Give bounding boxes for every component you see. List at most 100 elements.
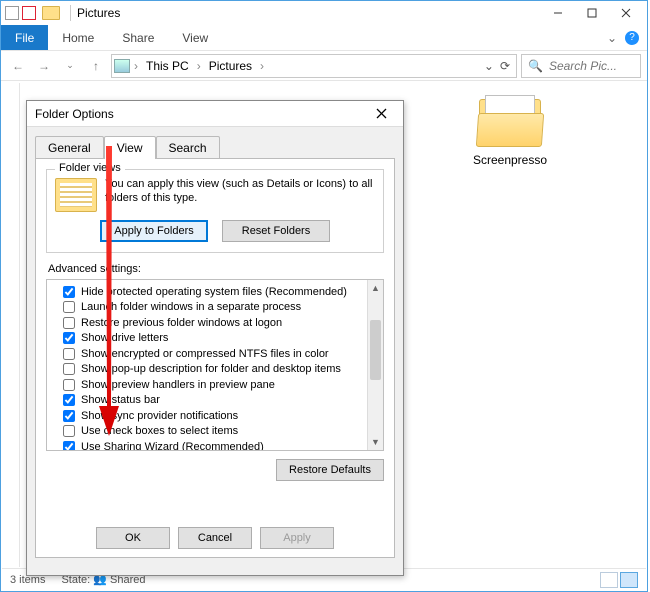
breadcrumb-this-pc[interactable]: This PC bbox=[142, 59, 193, 73]
search-box[interactable]: 🔍 bbox=[521, 54, 641, 78]
details-view-button[interactable] bbox=[600, 572, 618, 588]
tab-search[interactable]: Search bbox=[156, 136, 220, 159]
chevron-right-icon[interactable]: › bbox=[134, 59, 138, 73]
advanced-settings-label: Advanced settings: bbox=[48, 263, 384, 275]
ribbon-expand-chevron-icon[interactable]: ⌄ bbox=[607, 31, 617, 45]
advanced-setting-label: Show pop-up description for folder and d… bbox=[81, 363, 341, 375]
advanced-setting-label: Show preview handlers in preview pane bbox=[81, 379, 275, 391]
forward-button[interactable]: → bbox=[33, 55, 55, 77]
dialog-title-bar[interactable]: Folder Options bbox=[27, 101, 403, 127]
address-bar[interactable]: › This PC › Pictures › ⌄ ⟳ bbox=[111, 54, 517, 78]
advanced-setting-label: Restore previous folder windows at logon bbox=[81, 317, 282, 329]
advanced-setting-row[interactable]: Launch folder windows in a separate proc… bbox=[49, 300, 381, 316]
folder-label: Screenpresso bbox=[460, 153, 560, 167]
folder-icon bbox=[42, 6, 60, 20]
restore-defaults-button[interactable]: Restore Defaults bbox=[276, 459, 384, 481]
dialog-tabs: General View Search bbox=[27, 127, 403, 158]
ribbon-tabs: File Home Share View ⌄ ? bbox=[1, 25, 647, 51]
title-divider bbox=[70, 5, 71, 21]
search-input[interactable] bbox=[547, 58, 634, 74]
advanced-setting-checkbox[interactable] bbox=[63, 410, 75, 422]
advanced-setting-row[interactable]: Show drive letters bbox=[49, 331, 381, 347]
address-dropdown-icon[interactable]: ⌄ bbox=[484, 59, 494, 73]
dialog-title: Folder Options bbox=[35, 107, 367, 121]
advanced-setting-row[interactable]: Show status bar bbox=[49, 393, 381, 409]
advanced-setting-label: Show sync provider notifications bbox=[81, 410, 238, 422]
this-pc-icon bbox=[114, 59, 130, 73]
scroll-down-icon[interactable]: ▼ bbox=[368, 434, 383, 450]
folder-item[interactable]: Screenpresso bbox=[460, 93, 560, 167]
advanced-setting-checkbox[interactable] bbox=[63, 441, 75, 451]
dialog-buttons: OK Cancel Apply bbox=[36, 527, 394, 549]
dialog-close-button[interactable] bbox=[367, 104, 395, 124]
advanced-setting-checkbox[interactable] bbox=[63, 394, 75, 406]
file-menu[interactable]: File bbox=[1, 25, 48, 50]
advanced-setting-label: Show drive letters bbox=[81, 332, 168, 344]
qat-icon-2[interactable] bbox=[22, 6, 36, 20]
advanced-setting-checkbox[interactable] bbox=[63, 348, 75, 360]
reset-folders-button[interactable]: Reset Folders bbox=[222, 220, 330, 242]
close-button[interactable] bbox=[609, 2, 643, 24]
window-controls bbox=[541, 2, 643, 24]
help-icon[interactable]: ? bbox=[625, 31, 639, 45]
refresh-icon[interactable]: ⟳ bbox=[500, 59, 510, 73]
tab-general[interactable]: General bbox=[35, 136, 104, 159]
ribbon-tab-home[interactable]: Home bbox=[48, 25, 108, 50]
search-icon: 🔍 bbox=[528, 59, 543, 73]
scrollbar[interactable]: ▲ ▼ bbox=[367, 280, 383, 450]
tab-view[interactable]: View bbox=[104, 136, 156, 159]
advanced-setting-row[interactable]: Show sync provider notifications bbox=[49, 408, 381, 424]
minimize-button[interactable] bbox=[541, 2, 575, 24]
folder-options-dialog: Folder Options General View Search Folde… bbox=[26, 100, 404, 576]
tab-panel-view: Folder views You can apply this view (su… bbox=[35, 158, 395, 558]
quick-access-toolbar bbox=[5, 6, 36, 20]
advanced-setting-checkbox[interactable] bbox=[63, 379, 75, 391]
advanced-setting-row[interactable]: Use Sharing Wizard (Recommended) bbox=[49, 439, 381, 451]
ok-button[interactable]: OK bbox=[96, 527, 170, 549]
folder-views-group: Folder views You can apply this view (su… bbox=[46, 169, 384, 253]
ribbon-tab-share[interactable]: Share bbox=[108, 25, 168, 50]
advanced-setting-row[interactable]: Show preview handlers in preview pane bbox=[49, 377, 381, 393]
advanced-settings-list[interactable]: Hide protected operating system files (R… bbox=[46, 279, 384, 451]
advanced-setting-checkbox[interactable] bbox=[63, 286, 75, 298]
advanced-setting-row[interactable]: Restore previous folder windows at logon bbox=[49, 315, 381, 331]
advanced-setting-row[interactable]: Hide protected operating system files (R… bbox=[49, 284, 381, 300]
chevron-right-icon[interactable]: › bbox=[197, 59, 201, 73]
ribbon-tab-view[interactable]: View bbox=[168, 25, 222, 50]
advanced-setting-label: Use Sharing Wizard (Recommended) bbox=[81, 441, 264, 451]
folder-views-text: You can apply this view (such as Details… bbox=[105, 178, 375, 212]
icons-view-button[interactable] bbox=[620, 572, 638, 588]
advanced-setting-checkbox[interactable] bbox=[63, 363, 75, 375]
navigation-bar: ← → ⌄ ↑ › This PC › Pictures › ⌄ ⟳ 🔍 bbox=[1, 51, 647, 81]
advanced-setting-checkbox[interactable] bbox=[63, 332, 75, 344]
scrollbar-thumb[interactable] bbox=[370, 320, 381, 380]
advanced-setting-label: Use check boxes to select items bbox=[81, 425, 238, 437]
advanced-setting-row[interactable]: Show pop-up description for folder and d… bbox=[49, 362, 381, 378]
chevron-right-icon[interactable]: › bbox=[260, 59, 264, 73]
title-bar[interactable]: Pictures bbox=[1, 1, 647, 25]
back-button[interactable]: ← bbox=[7, 55, 29, 77]
advanced-setting-row[interactable]: Use check boxes to select items bbox=[49, 424, 381, 440]
advanced-setting-checkbox[interactable] bbox=[63, 301, 75, 313]
advanced-setting-label: Show status bar bbox=[81, 394, 160, 406]
advanced-setting-checkbox[interactable] bbox=[63, 317, 75, 329]
advanced-setting-checkbox[interactable] bbox=[63, 425, 75, 437]
folder-views-icon bbox=[55, 178, 97, 212]
breadcrumb-pictures[interactable]: Pictures bbox=[205, 59, 256, 73]
scroll-up-icon[interactable]: ▲ bbox=[368, 280, 383, 296]
cancel-button[interactable]: Cancel bbox=[178, 527, 252, 549]
apply-button[interactable]: Apply bbox=[260, 527, 334, 549]
advanced-setting-label: Launch folder windows in a separate proc… bbox=[81, 301, 301, 313]
advanced-setting-row[interactable]: Show encrypted or compressed NTFS files … bbox=[49, 346, 381, 362]
view-mode-toggle bbox=[600, 572, 638, 588]
folder-views-legend: Folder views bbox=[55, 162, 125, 174]
recent-locations-button[interactable]: ⌄ bbox=[59, 55, 81, 77]
apply-to-folders-button[interactable]: Apply to Folders bbox=[100, 220, 208, 242]
navigation-pane-collapsed[interactable] bbox=[2, 83, 20, 567]
advanced-setting-label: Show encrypted or compressed NTFS files … bbox=[81, 348, 329, 360]
window-title: Pictures bbox=[77, 6, 120, 20]
up-button[interactable]: ↑ bbox=[85, 55, 107, 77]
maximize-button[interactable] bbox=[575, 2, 609, 24]
qat-icon-1[interactable] bbox=[5, 6, 19, 20]
advanced-setting-label: Hide protected operating system files (R… bbox=[81, 286, 347, 298]
